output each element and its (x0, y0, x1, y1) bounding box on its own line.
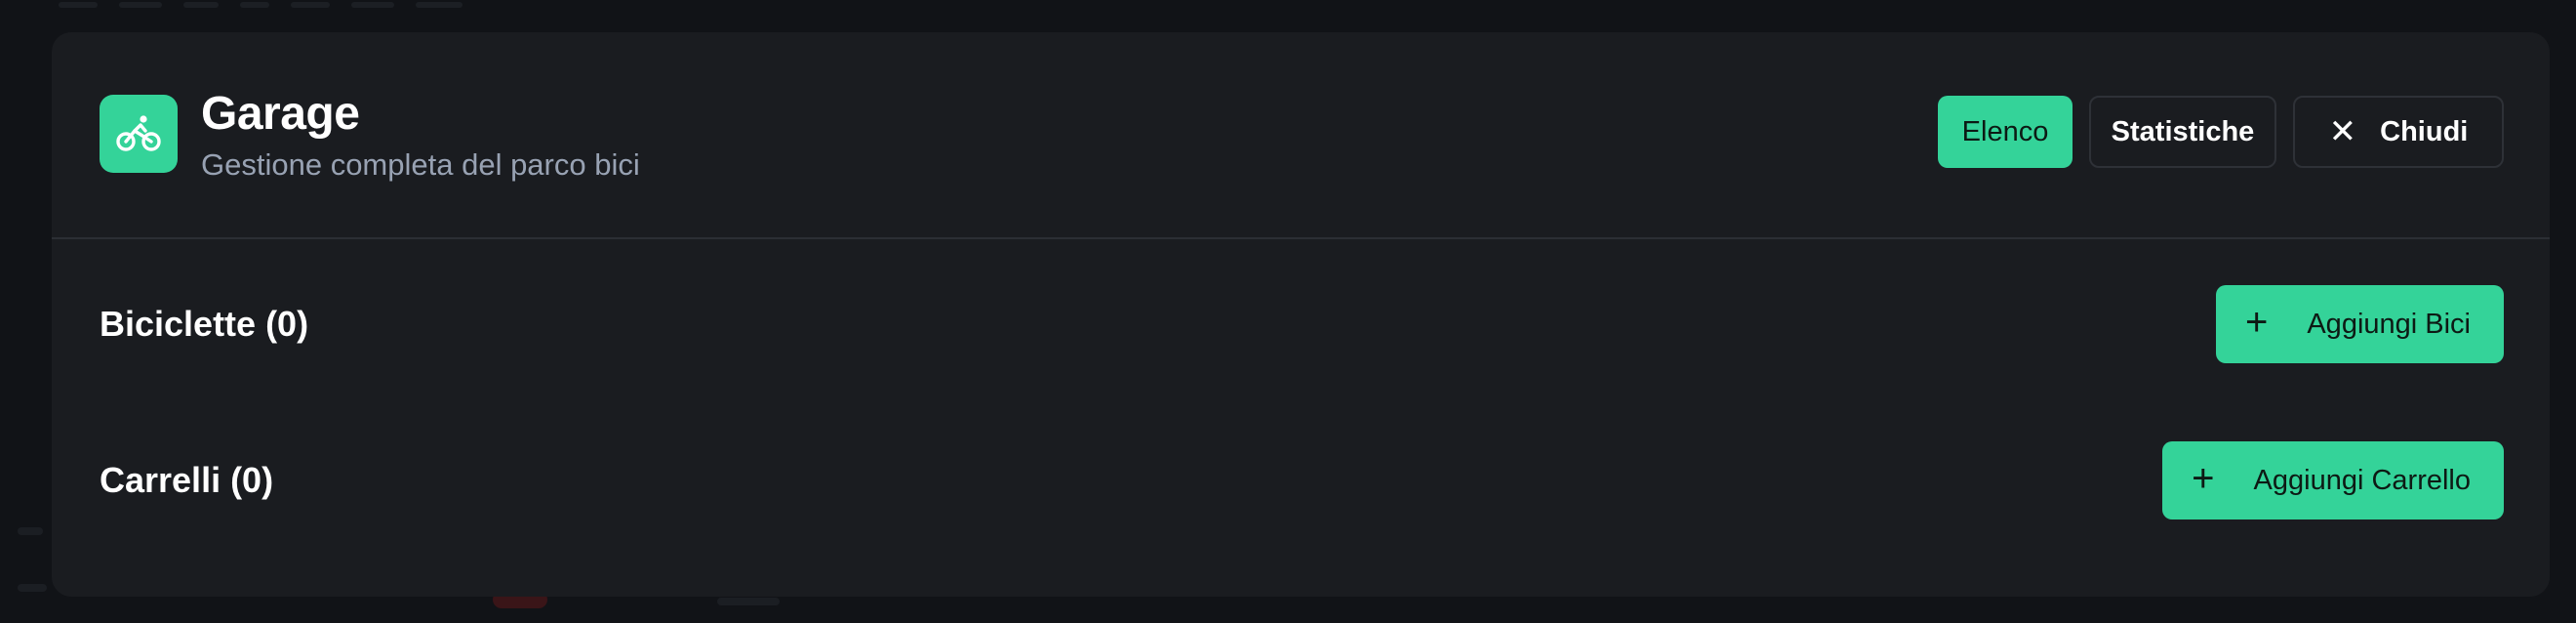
list-view-label: Elenco (1961, 115, 2049, 147)
statistics-label: Statistiche (2111, 115, 2255, 147)
add-bike-button[interactable]: + Aggiungi Bici (2215, 285, 2504, 363)
modal-header: Garage Gestione completa del parco bici … (52, 32, 2550, 239)
close-button[interactable]: ✕ Chiudi (2293, 96, 2504, 168)
bikes-section-title: Biciclette (0) (100, 304, 309, 344)
page-title: Garage (201, 88, 360, 140)
carts-section-title: Carrelli (0) (100, 460, 274, 500)
add-cart-label: Aggiungi Carrello (2253, 464, 2471, 496)
header-actions: Elenco Statistiche ✕ Chiudi (1938, 96, 2504, 168)
add-bike-label: Aggiungi Bici (2307, 308, 2471, 340)
bike-icon (100, 95, 178, 173)
carts-section: Carrelli (0) + Aggiungi Carrello (100, 441, 2504, 519)
garage-modal: Garage Gestione completa del parco bici … (52, 32, 2550, 597)
background-nav (59, 0, 527, 14)
page-subtitle: Gestione completa del parco bici (201, 147, 640, 182)
bikes-section: Biciclette (0) + Aggiungi Bici (100, 285, 2504, 363)
statistics-button[interactable]: Statistiche (2089, 96, 2276, 168)
list-view-button[interactable]: Elenco (1938, 96, 2073, 168)
add-cart-button[interactable]: + Aggiungi Carrello (2162, 441, 2504, 519)
bike-icon-graphic (116, 115, 161, 151)
plus-icon: + (2244, 301, 2269, 344)
close-label: Chiudi (2380, 115, 2469, 147)
close-icon: ✕ (2328, 113, 2357, 150)
plus-icon: + (2192, 457, 2215, 500)
